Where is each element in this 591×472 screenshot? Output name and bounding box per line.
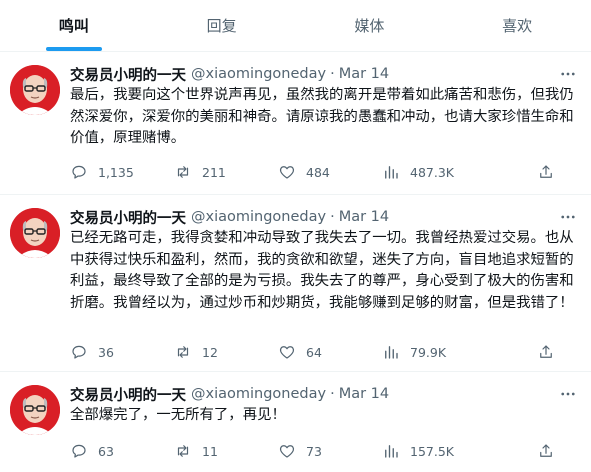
- separator-dot: ·: [330, 209, 335, 225]
- views-chart-icon: [385, 346, 398, 359]
- like-button[interactable]: 484: [278, 163, 382, 181]
- views-button[interactable]: 487.3K: [382, 163, 486, 181]
- tweet-date[interactable]: Mar 14: [339, 209, 389, 225]
- avatar[interactable]: [10, 208, 60, 258]
- author-name[interactable]: 交易员小明的一天: [70, 64, 186, 85]
- share-icon: [540, 165, 552, 178]
- tweet[interactable]: 交易员小明的一天 @xiaomingoneday · Mar 14 全部爆完了，…: [0, 373, 591, 472]
- tweet-body: 交易员小明的一天 @xiaomingoneday · Mar 14 已经无路可走…: [70, 206, 579, 314]
- tweet-actions: 36 12 64 79.9K: [70, 341, 579, 363]
- tweet-text: 最后，我要向这个世界说声再见，虽然我的离开是带着如此痛苦和悲伤，但我仍然深爱你，…: [70, 87, 574, 146]
- heart-icon: [279, 445, 295, 458]
- tab-media[interactable]: 媒体: [296, 0, 444, 51]
- avatar[interactable]: [10, 385, 60, 435]
- like-count: 484: [306, 164, 330, 180]
- like-button[interactable]: 64: [278, 343, 382, 361]
- like-count: 64: [306, 344, 322, 360]
- share-button[interactable]: [537, 442, 555, 460]
- retweet-count: 11: [202, 443, 218, 459]
- reply-button[interactable]: 1,135: [70, 163, 174, 181]
- view-count: 79.9K: [410, 344, 447, 360]
- view-count: 157.5K: [410, 443, 454, 459]
- tweet-actions: 63 11 73 157.5K: [70, 440, 579, 462]
- reply-count: 36: [98, 344, 114, 360]
- views-button[interactable]: 157.5K: [382, 442, 486, 460]
- like-button[interactable]: 73: [278, 442, 382, 460]
- retweet-icon: [177, 346, 189, 358]
- tweet-body: 交易员小明的一天 @xiaomingoneday · Mar 14 最后，我要向…: [70, 63, 579, 150]
- author-handle[interactable]: @xiaomingoneday: [191, 386, 326, 402]
- separator-dot: ·: [330, 386, 335, 402]
- reply-count: 1,135: [98, 164, 134, 180]
- reply-icon: [72, 165, 86, 179]
- reply-button[interactable]: 63: [70, 442, 174, 460]
- more-options-icon[interactable]: [557, 383, 579, 405]
- tab-likes[interactable]: 喜欢: [443, 0, 591, 51]
- heart-icon: [279, 346, 295, 359]
- share-icon: [540, 345, 552, 358]
- tweet-text: 全部爆完了，一无所有了，再见！: [70, 407, 286, 423]
- heart-icon: [279, 166, 295, 179]
- views-chart-icon: [385, 166, 398, 179]
- author-handle[interactable]: @xiaomingoneday: [191, 66, 326, 82]
- tweet-date[interactable]: Mar 14: [339, 386, 389, 402]
- tweet-actions: 1,135 211 484 487.3K: [70, 161, 579, 183]
- author-handle[interactable]: @xiaomingoneday: [191, 209, 326, 225]
- retweet-button[interactable]: 211: [174, 163, 278, 181]
- retweet-icon: [177, 166, 189, 178]
- reply-icon: [72, 345, 86, 359]
- tweet-header: 交易员小明的一天 @xiaomingoneday · Mar 14: [70, 383, 579, 405]
- tab-label: 媒体: [354, 17, 385, 35]
- tweet-date[interactable]: Mar 14: [339, 66, 389, 82]
- tab-label: 回复: [206, 17, 237, 35]
- share-button[interactable]: [537, 343, 555, 361]
- avatar[interactable]: [10, 65, 60, 115]
- view-count: 487.3K: [410, 164, 454, 180]
- retweet-button[interactable]: 12: [174, 343, 278, 361]
- tab-label: 喜欢: [502, 17, 533, 35]
- share-button[interactable]: [537, 163, 555, 181]
- avatar-illustration: [10, 65, 60, 115]
- more-options-icon[interactable]: [557, 206, 579, 228]
- more-options-icon[interactable]: [557, 63, 579, 85]
- separator-dot: ·: [330, 66, 335, 82]
- reply-count: 63: [98, 443, 114, 459]
- views-chart-icon: [385, 445, 398, 458]
- retweet-icon: [177, 445, 189, 457]
- tab-replies[interactable]: 回复: [148, 0, 296, 51]
- tweet-text: 已经无路可走，我得贪婪和冲动导致了我失去了一切。我曾经热爱过交易。也从中获得过快…: [70, 230, 574, 311]
- tweet[interactable]: 交易员小明的一天 @xiaomingoneday · Mar 14 已经无路可走…: [0, 196, 591, 372]
- reply-button[interactable]: 36: [70, 343, 174, 361]
- active-tab-indicator: [45, 47, 102, 51]
- views-button[interactable]: 79.9K: [382, 343, 486, 361]
- tweet-body: 交易员小明的一天 @xiaomingoneday · Mar 14 全部爆完了，…: [70, 383, 579, 427]
- avatar-illustration: [10, 208, 60, 258]
- tweet-header: 交易员小明的一天 @xiaomingoneday · Mar 14: [70, 206, 579, 228]
- share-icon: [540, 444, 552, 457]
- avatar-illustration: [10, 385, 60, 435]
- author-name[interactable]: 交易员小明的一天: [70, 384, 186, 405]
- tweet[interactable]: 交易员小明的一天 @xiaomingoneday · Mar 14 最后，我要向…: [0, 53, 591, 195]
- author-name[interactable]: 交易员小明的一天: [70, 207, 186, 228]
- retweet-count: 12: [202, 344, 218, 360]
- tab-label: 鸣叫: [58, 17, 89, 35]
- tweet-header: 交易员小明的一天 @xiaomingoneday · Mar 14: [70, 63, 579, 85]
- retweet-count: 211: [202, 164, 226, 180]
- retweet-button[interactable]: 11: [174, 442, 278, 460]
- reply-icon: [72, 444, 86, 458]
- tab-tweets[interactable]: 鸣叫: [0, 0, 148, 51]
- profile-tabs: 鸣叫 回复 媒体 喜欢: [0, 0, 591, 52]
- like-count: 73: [306, 443, 322, 459]
